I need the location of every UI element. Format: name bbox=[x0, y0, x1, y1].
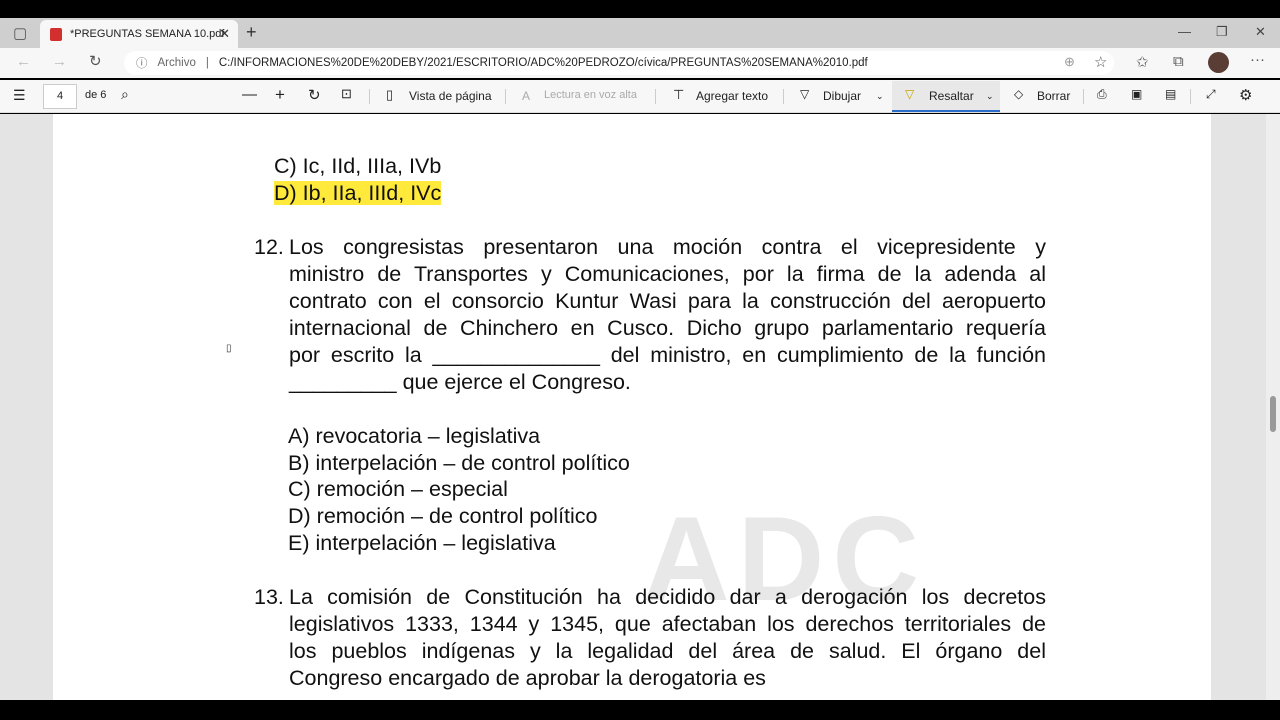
add-text-button[interactable]: Agregar texto bbox=[696, 89, 768, 103]
rotate-icon[interactable]: ↻ bbox=[308, 86, 321, 104]
q13-line: legislativos 1333, 1344 y 1345, que afec… bbox=[289, 612, 1046, 636]
tab-title: *PREGUNTAS SEMANA 10.pdf bbox=[70, 28, 225, 40]
text-cursor-icon: ▯ bbox=[226, 343, 232, 354]
eraser-icon[interactable]: ◇ bbox=[1014, 87, 1023, 101]
q13-line: Congreso encargado de aprobar la derogat… bbox=[289, 666, 766, 690]
scrollbar-thumb[interactable] bbox=[1270, 396, 1276, 432]
highlighter-icon[interactable]: ▽ bbox=[905, 87, 914, 101]
site-info-label[interactable]: Archivo bbox=[158, 57, 196, 69]
pdf-toolbar: ☰ 4 de 6 ⌕ — + ↻ ⊡ ▯ Vista de página A L… bbox=[0, 80, 1280, 113]
draw-button[interactable]: Dibujar bbox=[823, 89, 861, 103]
zoom-out-icon[interactable]: — bbox=[242, 86, 257, 103]
favorites-icon[interactable]: ✩ bbox=[1136, 53, 1149, 71]
q12-line: contrato con el consorcio Kuntur Wasi pa… bbox=[289, 289, 1046, 313]
q12-line: ministro de Transportes y Comunicaciones… bbox=[289, 262, 1046, 286]
toolbar-divider bbox=[505, 89, 506, 104]
save-as-icon[interactable]: ▤ bbox=[1165, 87, 1176, 101]
save-icon[interactable]: ▣ bbox=[1131, 87, 1142, 101]
highlight-mark: D) Ib, IIa, IIId, IVc bbox=[274, 181, 442, 205]
q12-option-c: C) remoción – especial bbox=[288, 477, 508, 501]
toolbar-divider bbox=[1190, 89, 1191, 104]
page-number-input[interactable]: 4 bbox=[43, 84, 77, 109]
toolbar-divider bbox=[1083, 89, 1084, 104]
settings-icon[interactable]: ⚙ bbox=[1239, 86, 1252, 104]
search-icon[interactable]: ⌕ bbox=[121, 86, 129, 103]
address-divider: | bbox=[205, 57, 209, 69]
tab-bar: ▢ *PREGUNTAS SEMANA 10.pdf ✕ + — ❐ ✕ bbox=[0, 18, 1280, 48]
tab-actions-icon[interactable]: ▢ bbox=[13, 24, 27, 42]
add-text-icon[interactable]: ⊤ bbox=[673, 87, 684, 103]
refresh-icon[interactable]: ↻ bbox=[89, 52, 102, 70]
page-view-icon[interactable]: ▯ bbox=[386, 87, 393, 103]
option-d-prev-highlighted: D) Ib, IIa, IIId, IVc bbox=[274, 181, 442, 206]
q12-option-d: D) remoción – de control político bbox=[288, 504, 598, 528]
new-tab-icon[interactable]: + bbox=[246, 22, 257, 43]
zoom-in-icon[interactable]: + bbox=[275, 85, 285, 105]
pdf-viewport: ADC C) Ic, IId, IIIa, IVb D) Ib, IIa, II… bbox=[0, 114, 1280, 700]
page-view-button[interactable]: Vista de página bbox=[409, 89, 492, 103]
toolbar-divider bbox=[783, 89, 784, 104]
avatar[interactable] bbox=[1208, 52, 1229, 73]
q12-line: por escrito la ______________ del minist… bbox=[289, 343, 1046, 367]
read-aloud-button[interactable]: Lectura en voz alta bbox=[544, 89, 637, 101]
address-bar-row: ← → ↻ ⓘ Archivo | C:/INFORMACIONES%20DE%… bbox=[0, 48, 1280, 78]
erase-button[interactable]: Borrar bbox=[1037, 89, 1070, 103]
q12-line: internacional de Chinchero en Cusco. Dic… bbox=[289, 316, 1046, 340]
toolbar-divider bbox=[655, 89, 656, 104]
minimize-icon[interactable]: — bbox=[1178, 24, 1191, 39]
option-c-prev: C) Ic, IId, IIIa, IVb bbox=[274, 154, 442, 178]
tab-pdf[interactable]: *PREGUNTAS SEMANA 10.pdf ✕ bbox=[40, 20, 238, 48]
vertical-scrollbar[interactable] bbox=[1266, 114, 1280, 700]
q12-option-a: A) revocatoria – legislativa bbox=[288, 424, 541, 448]
question-13-number: 13. bbox=[254, 585, 284, 609]
q12-line: Los congresistas presentaron una moción … bbox=[289, 235, 1046, 259]
q12-option-b: B) interpelación – de control político bbox=[288, 451, 630, 475]
highlight-button[interactable]: Resaltar bbox=[929, 89, 974, 103]
question-12-number: 12. bbox=[254, 235, 284, 259]
close-tab-icon[interactable]: ✕ bbox=[219, 26, 230, 42]
more-icon[interactable]: ··· bbox=[1250, 51, 1265, 68]
zoom-icon[interactable]: ⊕ bbox=[1064, 54, 1075, 70]
pdf-icon bbox=[50, 27, 62, 41]
contents-icon[interactable]: ☰ bbox=[13, 87, 26, 104]
address-input[interactable]: ⓘ Archivo | C:/INFORMACIONES%20DE%20DEBY… bbox=[124, 51, 1114, 75]
print-icon[interactable]: ⎙ bbox=[1097, 87, 1107, 102]
restore-icon[interactable]: ❐ bbox=[1216, 24, 1228, 40]
q12-option-e: E) interpelación – legislativa bbox=[288, 531, 556, 555]
collections-icon[interactable]: ⧉ bbox=[1173, 53, 1184, 70]
q12-line: _________ que ejerce el Congreso. bbox=[289, 370, 631, 394]
back-icon[interactable]: ← bbox=[16, 53, 31, 70]
draw-dropdown-icon[interactable]: ⌄ bbox=[876, 91, 884, 102]
highlight-dropdown-icon[interactable]: ⌄ bbox=[986, 91, 994, 102]
fullscreen-icon[interactable]: ⤢ bbox=[1206, 87, 1216, 102]
forward-icon[interactable]: → bbox=[52, 53, 67, 70]
toolbar-divider bbox=[369, 89, 370, 104]
read-aloud-icon: A bbox=[522, 89, 531, 103]
close-window-icon[interactable]: ✕ bbox=[1255, 24, 1266, 40]
page-count: de 6 bbox=[85, 89, 107, 101]
q13-line: los pueblos indígenas y la legalidad del… bbox=[289, 639, 1046, 663]
url-text[interactable]: C:/INFORMACIONES%20DE%20DEBY/2021/ESCRIT… bbox=[219, 57, 868, 69]
q13-line: La comisión de Constitución ha decidido … bbox=[289, 585, 1046, 609]
draw-icon[interactable]: ▽ bbox=[800, 87, 809, 101]
fit-page-icon[interactable]: ⊡ bbox=[341, 86, 352, 102]
info-icon[interactable]: ⓘ bbox=[136, 55, 148, 71]
add-favorite-icon[interactable]: ☆ bbox=[1094, 53, 1107, 71]
